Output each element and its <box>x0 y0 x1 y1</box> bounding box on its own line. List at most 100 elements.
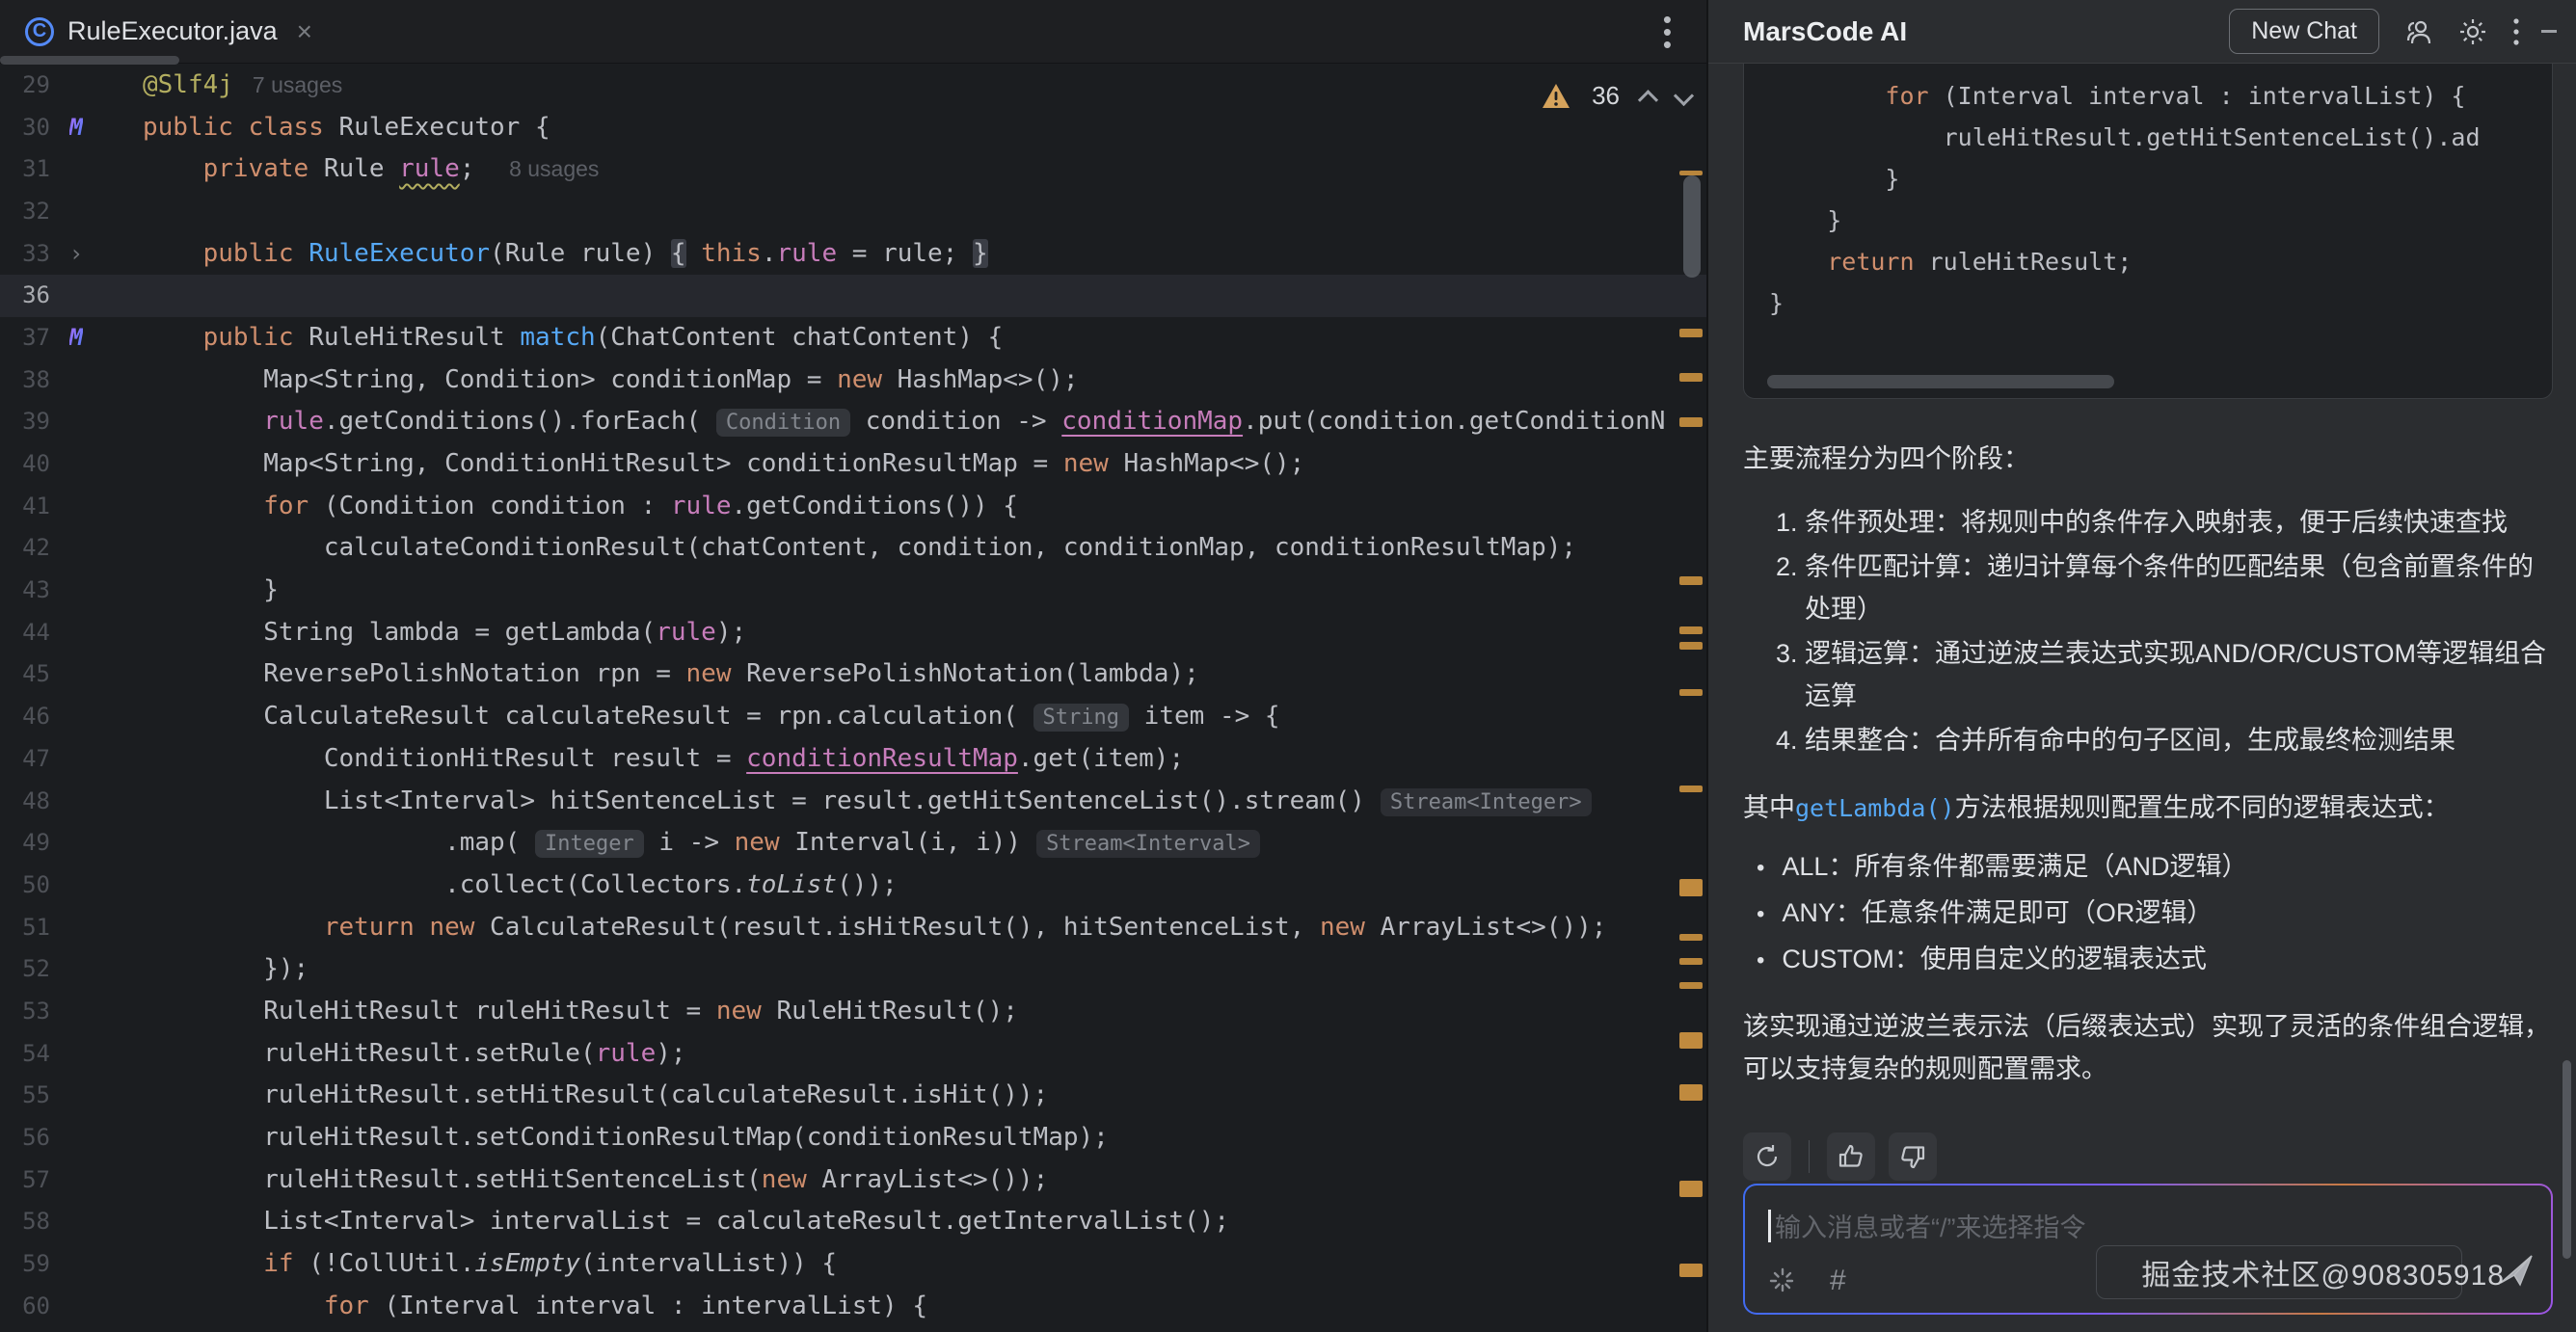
code-line-54[interactable]: 54 ruleHitResult.setRule(rule); <box>0 1032 1706 1075</box>
code-line-37[interactable]: 37M public RuleHitResult match(ChatConte… <box>0 316 1706 359</box>
code-line-51[interactable]: 51 return new CalculateResult(result.isH… <box>0 906 1706 948</box>
warning-stripe-mark[interactable] <box>1679 982 1703 989</box>
closing-paragraph: 该实现通过逆波兰表示法（后缀表达式）实现了灵活的条件组合逻辑，可以支持复杂的规则… <box>1743 1005 2551 1090</box>
chat-input-box[interactable]: 输入消息或者“/”来选择指令 # 掘金技术社区@908305918 <box>1743 1184 2553 1315</box>
code-line-41[interactable]: 41 for (Condition condition : rule.getCo… <box>0 485 1706 527</box>
warning-stripe-mark[interactable] <box>1679 329 1703 337</box>
usages-hint[interactable]: 8 usages <box>509 156 599 181</box>
thumbs-down-button[interactable] <box>1889 1132 1937 1181</box>
warning-stripe-mark[interactable] <box>1679 1032 1703 1049</box>
warning-stripe-mark[interactable] <box>1679 576 1703 585</box>
code-token: RuleExecutor { <box>324 113 550 142</box>
panel-kebab-menu-icon[interactable] <box>2512 16 2520 47</box>
code-token: ); <box>716 618 746 647</box>
code-line-48[interactable]: 48 List<Interval> hitSentenceList = resu… <box>0 780 1706 822</box>
code-line-47[interactable]: 47 ConditionHitResult result = condition… <box>0 737 1706 780</box>
code-text: Map<String, ConditionHitResult> conditio… <box>102 449 1304 478</box>
editor-kebab-menu-icon[interactable]: ••• <box>1663 13 1672 51</box>
code-line-42[interactable]: 42 calculateConditionResult(chatContent,… <box>0 527 1706 570</box>
code-line-33[interactable]: 33› public RuleExecutor(Rule rule) { thi… <box>0 232 1706 275</box>
code-line-57[interactable]: 57 ruleHitResult.setHitSentenceList(new … <box>0 1159 1706 1201</box>
panel-scrollbar[interactable] <box>2563 1060 2571 1259</box>
code-line-58[interactable]: 58 List<Interval> intervalList = calcula… <box>0 1201 1706 1243</box>
code-line-30[interactable]: 30Mpublic class RuleExecutor { <box>0 106 1706 148</box>
warning-stripe-mark[interactable] <box>1679 879 1703 896</box>
code-token: ReversePolishNotation rpn = <box>143 659 686 688</box>
warning-stripe-mark[interactable] <box>1679 1084 1703 1101</box>
thumbs-up-button[interactable] <box>1827 1132 1875 1181</box>
java-class-icon: C <box>25 17 54 46</box>
code-token: calculateConditionResult(chatContent, co… <box>143 533 1576 562</box>
warning-stripe-mark[interactable] <box>1679 626 1703 634</box>
error-stripe[interactable] <box>1677 0 1704 1332</box>
new-chat-button[interactable]: New Chat <box>2229 9 2379 54</box>
accounts-icon[interactable] <box>2404 17 2433 46</box>
code-line-53[interactable]: 53 RuleHitResult ruleHitResult = new Rul… <box>0 990 1706 1032</box>
line-number: 57 <box>0 1166 50 1193</box>
usages-hint[interactable]: 7 usages <box>253 72 342 97</box>
code-text: if (!CollUtil.isEmpty(intervalList)) { <box>102 1249 837 1278</box>
code-token: { <box>671 239 686 268</box>
close-icon[interactable]: × <box>297 16 312 47</box>
warning-stripe-mark[interactable] <box>1679 171 1703 175</box>
commands-sparkle-icon[interactable] <box>1768 1266 1797 1295</box>
code-line-52[interactable]: 52 }); <box>0 947 1706 990</box>
code-token <box>294 239 309 268</box>
code-line-39[interactable]: 39 rule.getConditions().forEach( Conditi… <box>0 401 1706 443</box>
code-line-43[interactable]: 43 } <box>0 569 1706 611</box>
code-line-45[interactable]: 45 ReversePolishNotation rpn = new Rever… <box>0 653 1706 696</box>
actions-divider <box>1809 1140 1810 1173</box>
code-line-49[interactable]: 49 .map( Integer i -> new Interval(i, i)… <box>0 821 1706 864</box>
prev-warning-icon[interactable] <box>1638 90 1658 110</box>
code-line-32[interactable]: 32 <box>0 190 1706 232</box>
warning-stripe-mark[interactable] <box>1679 1264 1703 1277</box>
code-line-44[interactable]: 44 String lambda = getLambda(rule); <box>0 611 1706 653</box>
code-block-horizontal-scrollbar[interactable] <box>1767 375 2114 388</box>
code-area[interactable]: 29@Slf4j7 usages30Mpublic class RuleExec… <box>0 64 1706 1332</box>
warning-stripe-mark[interactable] <box>1679 373 1703 382</box>
inspections-widget[interactable]: 36 <box>1542 81 1691 111</box>
warning-stripe-mark[interactable] <box>1679 642 1703 650</box>
code-token <box>1769 82 1885 110</box>
code-line-59[interactable]: 59 if (!CollUtil.isEmpty(intervalList)) … <box>0 1242 1706 1285</box>
inline-code-getlambda: getLambda() <box>1795 794 1955 822</box>
code-line-46[interactable]: 46 CalculateResult calculateResult = rpn… <box>0 695 1706 737</box>
code-line-60[interactable]: 60 for (Interval interval : intervalList… <box>0 1285 1706 1327</box>
code-token: for <box>1885 82 1928 110</box>
next-warning-icon[interactable] <box>1674 86 1694 106</box>
code-line-29[interactable]: 29@Slf4j7 usages <box>0 64 1706 106</box>
settings-gear-icon[interactable] <box>2458 17 2487 46</box>
fold-arrow-icon[interactable]: › <box>50 240 102 267</box>
code-line-55[interactable]: 55 ruleHitResult.setHitResult(calculateR… <box>0 1075 1706 1117</box>
marscode-gutter-icon[interactable]: M <box>50 324 102 351</box>
regenerate-button[interactable] <box>1743 1132 1791 1181</box>
code-token: Rule <box>309 154 399 183</box>
warning-stripe-mark[interactable] <box>1679 786 1703 792</box>
warning-stripe-mark[interactable] <box>1679 417 1703 427</box>
code-line-56[interactable]: 56 ruleHitResult.setConditionResultMap(c… <box>0 1116 1706 1159</box>
code-line-31[interactable]: 31 private Rule rule; 8 usages <box>0 147 1706 190</box>
code-line-36[interactable]: 36 <box>0 274 1706 316</box>
panel-header: MarsCode AI New Chat <box>1708 0 2576 64</box>
code-token: HashMap<>(); <box>882 365 1079 394</box>
context-hash-icon[interactable]: # <box>1830 1265 1846 1297</box>
line-number: 52 <box>0 955 50 982</box>
code-text: rule.getConditions().forEach( Condition … <box>102 407 1665 436</box>
hide-panel-icon[interactable] <box>2541 30 2557 33</box>
line-number: 37 <box>0 324 50 351</box>
lambda-option: CUSTOM：使用自定义的逻辑表达式 <box>1757 938 2551 982</box>
warning-stripe-mark[interactable] <box>1679 1181 1703 1197</box>
response-actions <box>1743 1132 2576 1181</box>
code-line-38[interactable]: 38 Map<String, Condition> conditionMap =… <box>0 359 1706 401</box>
tab-rule-executor[interactable]: C RuleExecutor.java × <box>0 0 337 63</box>
code-token: String <box>1033 704 1129 732</box>
code-line-50[interactable]: 50 .collect(Collectors.toList()); <box>0 864 1706 906</box>
line-number: 38 <box>0 366 50 393</box>
warning-stripe-mark[interactable] <box>1679 689 1703 696</box>
code-line-40[interactable]: 40 Map<String, ConditionHitResult> condi… <box>0 442 1706 485</box>
warning-stripe-mark[interactable] <box>1679 958 1703 965</box>
line-number: 29 <box>0 71 50 98</box>
code-token: for <box>263 492 309 520</box>
marscode-gutter-icon[interactable]: M <box>50 114 102 141</box>
warning-stripe-mark[interactable] <box>1679 934 1703 941</box>
